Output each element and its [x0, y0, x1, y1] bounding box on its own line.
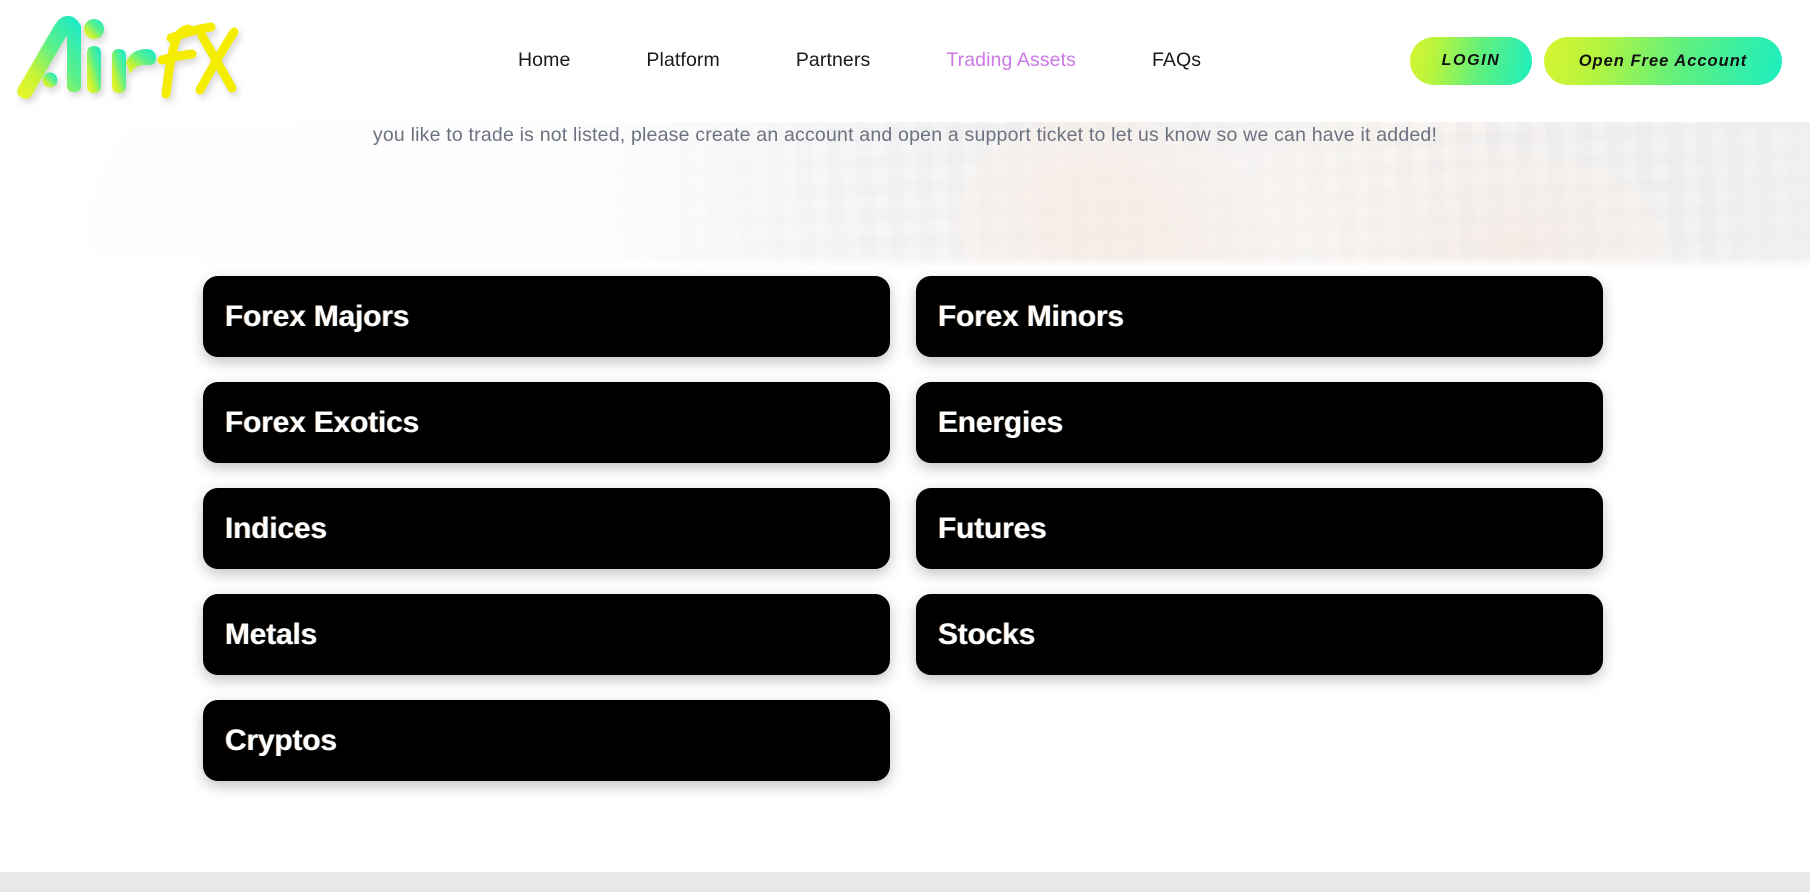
asset-card-label: Forex Minors — [938, 299, 1124, 333]
page-root: you like to trade is not listed, please … — [0, 0, 1810, 892]
site-header: Home Platform Partners Trading Assets FA… — [0, 0, 1810, 122]
nav-item-trading-assets[interactable]: Trading Assets — [908, 51, 1114, 71]
asset-card-label: Metals — [225, 617, 318, 651]
header-actions: LOGIN Open Free Account — [1410, 0, 1782, 122]
hero-bottom-fade — [0, 256, 1810, 268]
nav-item-partners[interactable]: Partners — [758, 51, 909, 71]
nav-item-home[interactable]: Home — [480, 51, 608, 71]
asset-card-energies[interactable]: Energies — [916, 382, 1603, 463]
footer-band — [0, 872, 1810, 892]
asset-card-futures[interactable]: Futures — [916, 488, 1603, 569]
asset-card-cryptos[interactable]: Cryptos — [203, 700, 890, 781]
asset-row: Cryptos — [203, 700, 1603, 781]
asset-card-label: Stocks — [938, 617, 1036, 651]
asset-card-label: Indices — [225, 511, 327, 545]
open-free-account-button[interactable]: Open Free Account — [1544, 37, 1782, 85]
asset-row: Forex Exotics Energies — [203, 382, 1603, 463]
asset-card-label: Forex Majors — [225, 299, 410, 333]
asset-card-label: Forex Exotics — [225, 405, 420, 439]
asset-card-indices[interactable]: Indices — [203, 488, 890, 569]
main-navigation: Home Platform Partners Trading Assets FA… — [480, 0, 1239, 122]
asset-row: Forex Majors Forex Minors — [203, 276, 1603, 357]
login-button[interactable]: LOGIN — [1410, 37, 1532, 85]
nav-item-platform[interactable]: Platform — [608, 51, 757, 71]
asset-card-forex-exotics[interactable]: Forex Exotics — [203, 382, 890, 463]
hero-banner: you like to trade is not listed, please … — [0, 108, 1810, 268]
asset-card-label: Energies — [938, 405, 1064, 439]
asset-card-stocks[interactable]: Stocks — [916, 594, 1603, 675]
asset-card-empty-slot — [916, 700, 1603, 781]
asset-card-metals[interactable]: Metals — [203, 594, 890, 675]
trading-assets-grid: Forex Majors Forex Minors Forex Exotics … — [203, 276, 1603, 806]
asset-row: Metals Stocks — [203, 594, 1603, 675]
asset-card-label: Cryptos — [225, 723, 337, 757]
asset-card-forex-majors[interactable]: Forex Majors — [203, 276, 890, 357]
airfx-logo-icon — [17, 16, 239, 99]
asset-card-forex-minors[interactable]: Forex Minors — [916, 276, 1603, 357]
asset-row: Indices Futures — [203, 488, 1603, 569]
airfx-logo[interactable] — [6, 2, 256, 110]
hero-paragraph: you like to trade is not listed, please … — [372, 124, 1438, 146]
nav-item-faqs[interactable]: FAQs — [1114, 51, 1239, 71]
asset-card-label: Futures — [938, 511, 1047, 545]
